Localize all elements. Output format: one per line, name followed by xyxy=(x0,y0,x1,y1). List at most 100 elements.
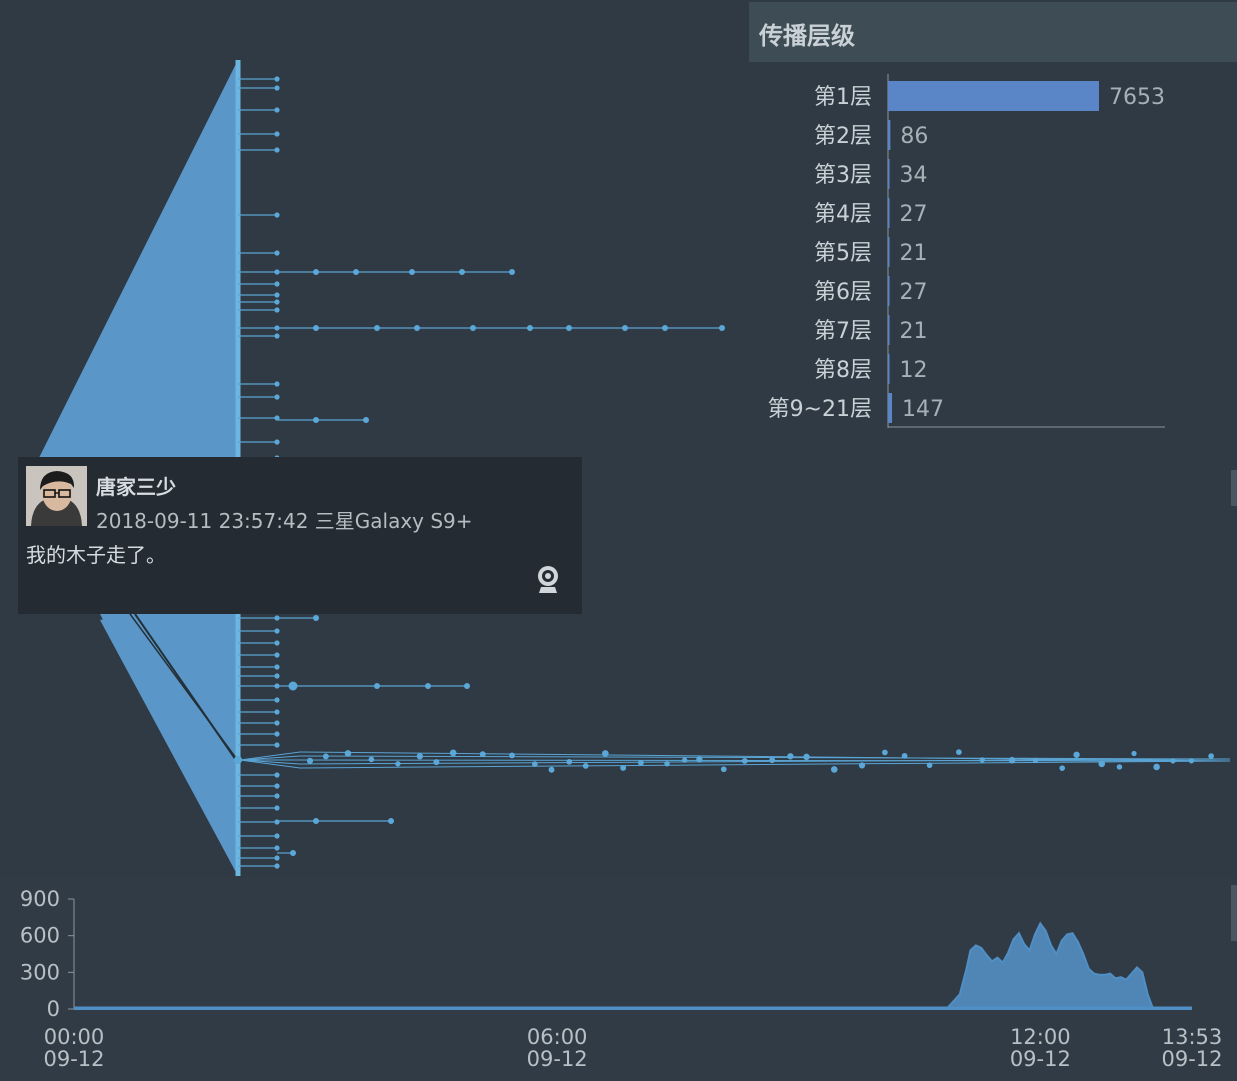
tree-cascade-node xyxy=(344,750,352,757)
level-value-label: 12 xyxy=(900,358,928,383)
level-bar xyxy=(888,120,891,150)
tree-cascade-node xyxy=(1059,765,1066,771)
tree-leaf-node xyxy=(274,855,280,861)
timeline-chart[interactable]: 900600300000:0009-1206:0009-1212:0009-12… xyxy=(0,878,1237,1081)
tree-branch-node xyxy=(388,818,394,824)
tree-leaf-node xyxy=(274,292,280,298)
timeline-x-tick-date: 09-12 xyxy=(1010,1047,1071,1071)
tree-cascade-node xyxy=(531,761,538,767)
level-bar xyxy=(888,315,890,345)
tree-leaf-node xyxy=(274,742,280,748)
level-panel-scrollbar[interactable] xyxy=(1231,470,1237,506)
level-bar xyxy=(888,354,890,384)
level-value-label: 7653 xyxy=(1109,85,1165,110)
tree-band-edge xyxy=(239,755,301,761)
tree-leaf-node xyxy=(274,720,280,726)
level-bar xyxy=(888,81,1099,111)
tree-leaf-node xyxy=(274,652,280,658)
timeline-y-tick-label: 0 xyxy=(47,997,60,1021)
tree-leaf-node xyxy=(274,281,280,287)
tree-cascade-node xyxy=(1131,750,1137,757)
level-bar xyxy=(888,159,890,189)
tree-leaf-node xyxy=(274,107,280,113)
tree-band-edge xyxy=(239,759,301,769)
timeline-x-tick-date: 09-12 xyxy=(43,1047,104,1071)
tree-cascade-node xyxy=(769,757,776,764)
tree-cascade-node xyxy=(858,762,866,769)
tree-branch-node xyxy=(313,615,319,621)
timeline-x-tick-time: 00:00 xyxy=(44,1025,105,1049)
tree-cascade-node xyxy=(566,758,573,765)
level-value-label: 27 xyxy=(900,202,928,227)
tree-branch-node xyxy=(459,269,465,275)
tree-cascade-node xyxy=(1098,760,1106,768)
level-category-label: 第5层 xyxy=(814,241,872,266)
user-name[interactable]: 唐家三少 xyxy=(96,471,176,500)
tree-cascade-node xyxy=(926,762,933,769)
tree-cascade-node xyxy=(433,759,440,766)
tree-branch-node xyxy=(566,325,572,331)
tree-cascade-node xyxy=(956,749,962,756)
level-panel-header: 传播层级 xyxy=(749,2,1237,62)
tree-cascade-node xyxy=(681,757,688,763)
level-value-label: 86 xyxy=(900,124,928,149)
camera-icon[interactable] xyxy=(536,563,560,595)
tree-cascade-node xyxy=(664,761,670,767)
tree-leaf-node xyxy=(274,783,280,789)
tree-cascade-node xyxy=(741,757,748,764)
tree-band-edge xyxy=(239,759,301,765)
tree-branch-node xyxy=(290,850,296,856)
tree-leaf-node xyxy=(274,805,280,811)
tree-branch-node xyxy=(409,269,415,275)
tree-cascade-node xyxy=(322,753,329,760)
tree-leaf-node xyxy=(274,76,280,82)
tree-cascade-node xyxy=(306,757,314,764)
tree-branch-node xyxy=(414,325,420,331)
tree-leaf-node xyxy=(274,394,280,400)
level-category-label: 第6层 xyxy=(814,280,872,305)
level-value-label: 21 xyxy=(900,319,928,344)
tree-cascade-node xyxy=(548,766,555,773)
tree-cascade-node xyxy=(803,753,810,761)
tree-leaf-node xyxy=(274,863,280,869)
tree-cascade-node xyxy=(582,763,589,769)
level-value-label: 34 xyxy=(900,163,928,188)
tree-leaf-node xyxy=(274,673,280,679)
level-bar xyxy=(888,198,890,228)
timeline-panel: 900 600 300 0 00:00 09-12 06:00 09-12 12:00 09-12… xyxy=(0,878,1237,1081)
level-bar xyxy=(888,393,893,423)
tree-branch-node xyxy=(374,683,380,689)
level-category-label: 第9~21层 xyxy=(768,397,872,422)
tree-branch-node xyxy=(374,325,380,331)
timeline-scrollbar[interactable] xyxy=(1231,885,1237,941)
timeline-y-tick-label: 600 xyxy=(20,924,60,948)
tree-branch-node xyxy=(470,325,476,331)
tree-cascade-node xyxy=(449,749,457,757)
tree-leaf-node xyxy=(274,147,280,153)
tree-leaf-node xyxy=(274,250,280,256)
level-category-label: 第7层 xyxy=(814,319,872,344)
tree-branch-node xyxy=(527,325,533,331)
tree-branch-node xyxy=(353,269,359,275)
timeline-area xyxy=(74,921,1192,1010)
tree-branch-node xyxy=(313,818,319,824)
tree-cascade-node xyxy=(1032,757,1039,764)
tree-band-edge xyxy=(239,751,301,761)
avatar xyxy=(26,466,87,526)
tree-leaf-node xyxy=(274,793,280,799)
tree-branch-node xyxy=(288,681,298,691)
tree-leaf-node xyxy=(274,640,280,646)
timeline-x-tick-time: 06:00 xyxy=(527,1025,588,1049)
tree-leaf-node xyxy=(274,381,280,387)
timeline-x-tick-time: 13:53 xyxy=(1162,1025,1223,1049)
tree-leaf-node xyxy=(274,299,280,305)
tree-leaf-node xyxy=(274,664,280,670)
timeline-x-tick-date: 09-12 xyxy=(1161,1047,1222,1071)
tree-cascade-node xyxy=(979,757,985,763)
tree-branch-node xyxy=(313,325,319,331)
tree-leaf-node xyxy=(274,845,280,851)
tree-leaf-node xyxy=(274,731,280,737)
tree-cascade-node xyxy=(637,759,644,766)
tree-branch-node xyxy=(662,325,668,331)
level-category-label: 第2层 xyxy=(814,124,872,149)
